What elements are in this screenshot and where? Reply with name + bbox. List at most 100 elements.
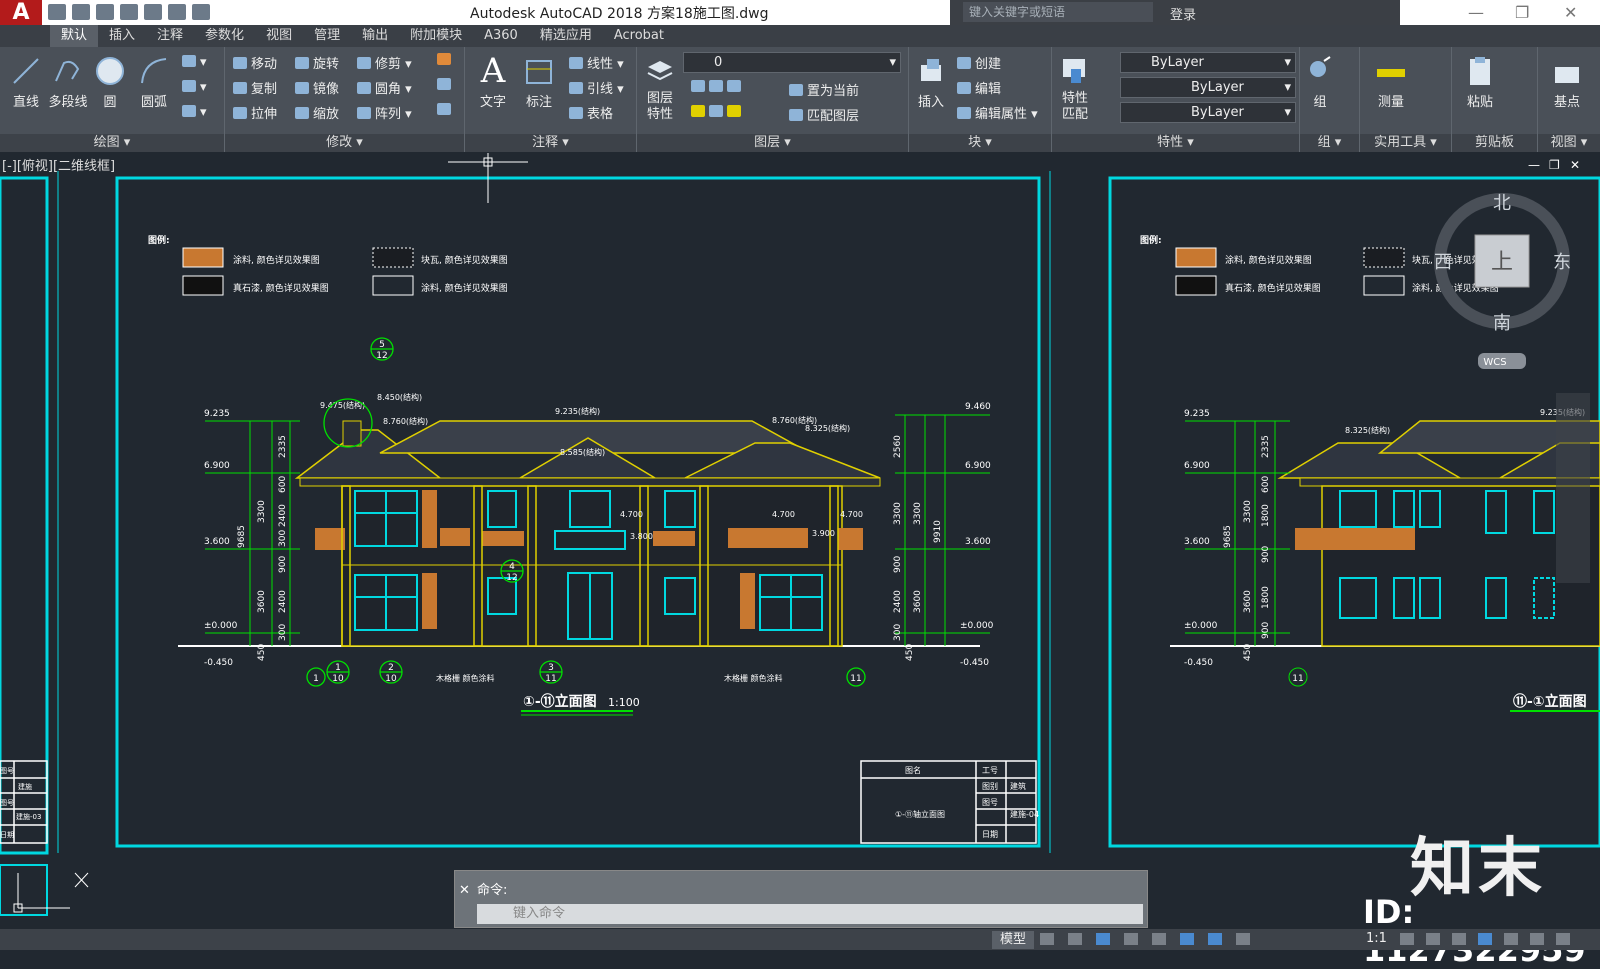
layer-properties-tool[interactable]: 图层 特性: [637, 55, 683, 123]
open-icon[interactable]: [72, 4, 90, 20]
tab-8[interactable]: A360: [473, 25, 529, 47]
move-button[interactable]: 移动: [233, 53, 277, 72]
trim-button[interactable]: 修剪 ▾: [357, 53, 412, 72]
tab-10[interactable]: Acrobat: [603, 25, 675, 47]
level-label: 6.900: [1184, 461, 1210, 471]
isolate-icon[interactable]: [1478, 933, 1492, 945]
linetype-select[interactable]: ByLayer ▾: [1120, 77, 1296, 98]
create-block-button[interactable]: 创建: [957, 53, 1001, 72]
snap-icon[interactable]: [1068, 933, 1082, 945]
tab-4[interactable]: 视图: [255, 25, 303, 47]
linear-button[interactable]: 线性 ▾: [569, 53, 624, 72]
group-tool[interactable]: 组: [1300, 55, 1340, 110]
command-input[interactable]: 键入命令: [477, 904, 1143, 924]
layer-select[interactable]: 0 ▾: [683, 52, 901, 73]
tab-9[interactable]: 精选应用: [529, 25, 603, 47]
insert-tool[interactable]: 插入: [909, 55, 953, 110]
login-button[interactable]: 登录: [1170, 4, 1196, 23]
mirror-button[interactable]: 镜像: [295, 78, 339, 97]
arc-tool[interactable]: 圆弧: [128, 55, 180, 110]
scale-button[interactable]: 缩放: [295, 103, 339, 122]
fullscreen-icon[interactable]: [1530, 933, 1544, 945]
workspace-icon[interactable]: [1452, 933, 1466, 945]
hatch-icon[interactable]: ▾: [182, 80, 207, 95]
edit-block-button[interactable]: 编辑: [957, 78, 1001, 97]
utilities-panel-label[interactable]: 实用工具 ▾: [1360, 134, 1451, 152]
offset-icon[interactable]: [437, 103, 455, 118]
drawing-canvas[interactable]: [-][俯视][二维线框] 图例: 涂料, 颜色详见效果图 块瓦, 颜色详见效果…: [0, 153, 1600, 929]
polar-icon[interactable]: [1124, 933, 1138, 945]
edit-block-label: 编辑: [975, 82, 1002, 97]
move-icon: [233, 57, 247, 69]
measure-tool[interactable]: 测量: [1366, 55, 1416, 110]
grid-icon[interactable]: [1040, 933, 1054, 945]
explode-icon[interactable]: [437, 78, 455, 93]
color-select[interactable]: ByLayer ▾: [1120, 52, 1296, 73]
print-icon[interactable]: [144, 4, 162, 20]
rotate-button[interactable]: 旋转: [295, 53, 339, 72]
otrack-icon[interactable]: [1180, 933, 1194, 945]
plus-icon[interactable]: [1426, 933, 1440, 945]
annotation-scale[interactable]: 1:1: [1366, 931, 1387, 946]
tab-0[interactable]: 默认: [50, 25, 99, 47]
properties-panel-label[interactable]: 特性 ▾: [1052, 134, 1299, 152]
table-button[interactable]: 表格: [569, 103, 613, 122]
tab-1[interactable]: 插入: [98, 25, 146, 47]
base-point-tool[interactable]: 基点: [1542, 55, 1592, 110]
search-input[interactable]: 键入关键字或短语: [963, 2, 1153, 22]
tb-cell: 建施-04: [1010, 809, 1039, 819]
match-layer-button[interactable]: 匹配图层: [789, 105, 859, 124]
ribbon-tabs: 默认 插入 注释 参数化 视图 管理 输出 附加模块 A360 精选应用 Acrobat: [0, 25, 1600, 47]
layers-panel-label[interactable]: 图层 ▾: [637, 134, 908, 152]
gear-icon[interactable]: [1400, 933, 1414, 945]
leader-button[interactable]: 引线 ▾: [569, 78, 624, 97]
lineweight-icon[interactable]: [1208, 933, 1222, 945]
undo-icon[interactable]: [168, 4, 186, 20]
tab-7[interactable]: 附加模块: [399, 25, 473, 47]
view-panel-label[interactable]: 视图 ▾: [1538, 134, 1600, 152]
paste-tool[interactable]: 粘贴: [1458, 55, 1502, 110]
ortho-icon[interactable]: [1096, 933, 1110, 945]
dimension-tool[interactable]: 标注: [513, 55, 565, 110]
dim-text: 3600: [1243, 590, 1253, 613]
copy-button[interactable]: 复制: [233, 78, 277, 97]
minimize-icon[interactable]: —: [1468, 3, 1484, 22]
paste-icon: [1470, 57, 1490, 85]
stretch-button[interactable]: 拉伸: [233, 103, 277, 122]
set-current-button[interactable]: 置为当前: [789, 80, 859, 99]
edit-attributes-button[interactable]: 编辑属性 ▾: [957, 103, 1038, 122]
region-icon[interactable]: ▾: [182, 105, 207, 120]
draw-panel-label[interactable]: 绘图 ▾: [0, 134, 224, 152]
modify-panel-label[interactable]: 修改 ▾: [225, 134, 464, 152]
saveas-icon[interactable]: [120, 4, 138, 20]
annotation-panel-label[interactable]: 注释 ▾: [465, 134, 636, 152]
groups-panel-label[interactable]: 组 ▾: [1300, 134, 1359, 152]
erase-icon[interactable]: [437, 53, 455, 68]
text-tool[interactable]: A 文字: [467, 54, 519, 110]
tab-6[interactable]: 输出: [351, 25, 399, 47]
rectangle-icon[interactable]: ▾: [182, 55, 207, 70]
array-button[interactable]: 阵列 ▾: [357, 103, 412, 122]
redo-icon[interactable]: [192, 4, 210, 20]
close-icon[interactable]: ✕: [459, 883, 470, 898]
osnap-icon[interactable]: [1152, 933, 1166, 945]
hardware-icon[interactable]: [1504, 933, 1518, 945]
tab-2[interactable]: 注释: [146, 25, 194, 47]
tab-3[interactable]: 参数化: [194, 25, 255, 47]
block-panel-label[interactable]: 块 ▾: [909, 134, 1051, 152]
lineweight-select[interactable]: ByLayer ▾: [1120, 102, 1296, 123]
transparency-icon[interactable]: [1236, 933, 1250, 945]
clipboard-panel-label[interactable]: 剪贴板: [1452, 134, 1537, 152]
menu-icon[interactable]: [1556, 933, 1570, 945]
restore-icon[interactable]: ❐: [1515, 3, 1529, 22]
tab-5[interactable]: 管理: [303, 25, 351, 47]
model-tab[interactable]: 模型: [992, 931, 1035, 949]
match-properties-tool[interactable]: 特性 匹配: [1052, 55, 1098, 123]
save-icon[interactable]: [96, 4, 114, 20]
layer-tools-row2[interactable]: [691, 105, 745, 120]
close-icon[interactable]: ✕: [1564, 3, 1577, 22]
fillet-button[interactable]: 圆角 ▾: [357, 78, 412, 97]
layer-tools-row1[interactable]: [691, 80, 745, 95]
app-logo[interactable]: A: [0, 0, 42, 25]
new-icon[interactable]: [48, 4, 66, 20]
